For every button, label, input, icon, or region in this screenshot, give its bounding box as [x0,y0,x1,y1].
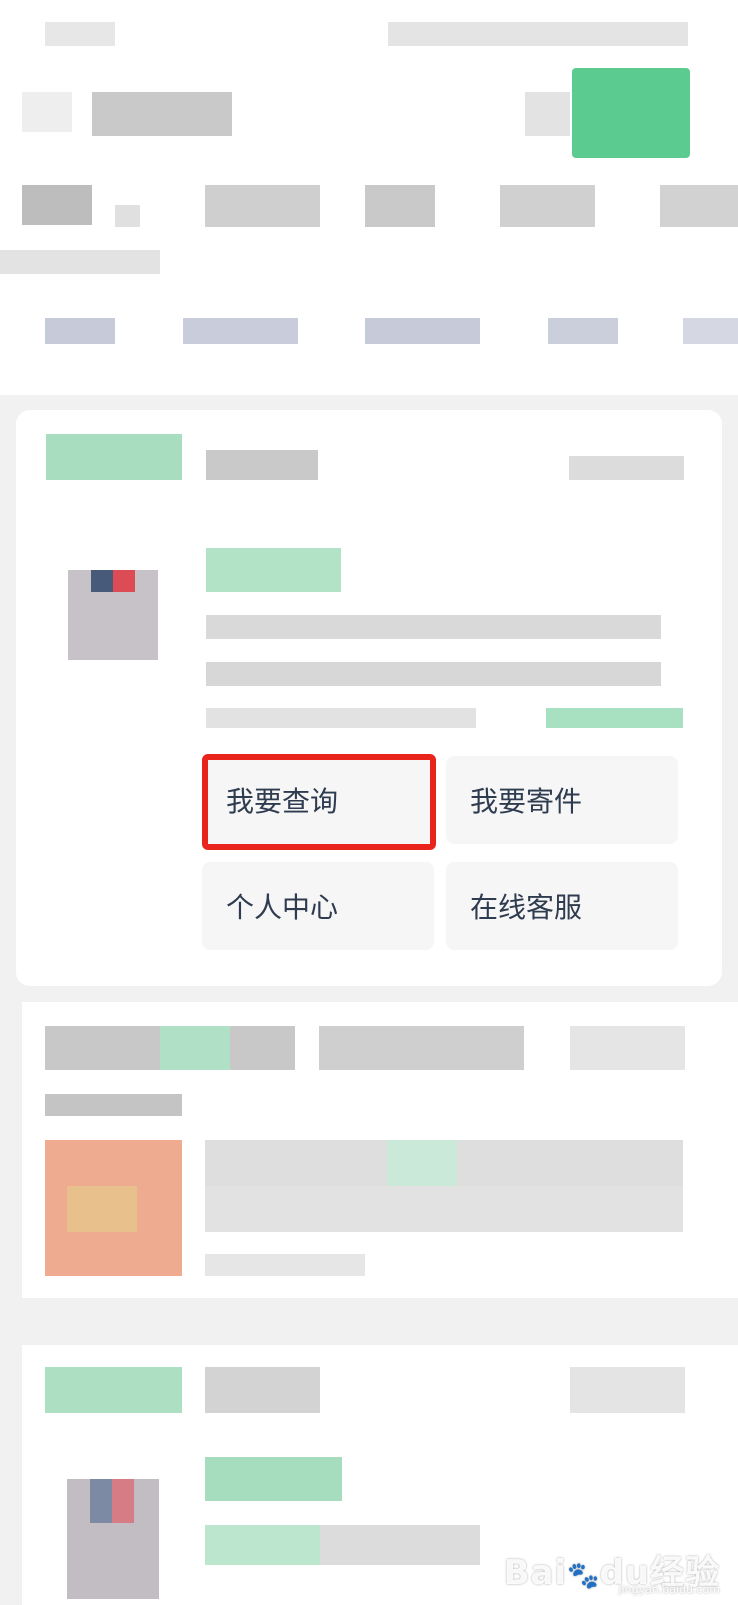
blurred-text [525,92,570,136]
blurred-text [22,185,92,225]
blurred-tab[interactable] [548,318,618,344]
blurred-text [206,708,476,728]
blurred-green-tag [46,434,182,480]
blurred-green-tag [45,1367,182,1413]
blurred-text [570,1367,685,1413]
blurred-text [22,92,72,132]
baidu-jingyan-watermark: Bai🐾du经验 jingyan.baidu.com [503,1545,720,1596]
blurred-text [365,185,435,227]
blurred-text [500,185,595,227]
blurred-text [205,1367,320,1413]
send-parcel-button[interactable]: 我要寄件 [446,756,678,844]
avatar-detail [90,1479,112,1523]
avatar-detail [91,570,113,592]
blurred-text [45,1094,182,1116]
blurred-tab[interactable] [183,318,298,344]
blurred-text [319,1026,524,1070]
blurred-text [569,456,684,480]
blurred-text [115,205,140,227]
blurred-green-text [160,1026,230,1070]
blurred-text [205,1254,365,1276]
blurred-tab[interactable] [683,318,738,344]
watermark-url: jingyan.baidu.com [618,1583,720,1596]
header-area [0,0,738,395]
blurred-text [206,615,661,639]
blurred-text [388,22,688,46]
watermark-brand: Bai [503,1553,568,1593]
blurred-tab[interactable] [45,318,115,344]
blurred-green-text [546,708,683,728]
blurred-text [206,450,318,480]
personal-center-button[interactable]: 个人中心 [202,862,434,950]
highlight-box [202,754,436,850]
blurred-text [45,22,115,46]
blurred-text [205,185,320,227]
online-service-button[interactable]: 在线客服 [446,862,678,950]
paw-icon: 🐾 [567,1561,600,1591]
avatar-detail [113,570,135,592]
blurred-text [570,1026,685,1070]
blurred-green-text [205,1525,320,1565]
blurred-text [205,1186,683,1232]
service-card: 我要查询 我要寄件 个人中心 在线客服 [16,410,722,986]
article-card[interactable] [22,1002,738,1298]
blurred-green-text [205,1457,342,1501]
avatar-detail [112,1479,134,1523]
blurred-green-text [206,548,341,592]
blurred-tab[interactable] [365,318,480,344]
blurred-text [0,250,160,274]
blurred-title [92,92,232,136]
blurred-text [206,662,661,686]
thumbnail-detail [67,1186,137,1232]
blurred-green-text [387,1140,457,1186]
green-action-button[interactable] [572,68,690,158]
blurred-text [660,185,738,227]
